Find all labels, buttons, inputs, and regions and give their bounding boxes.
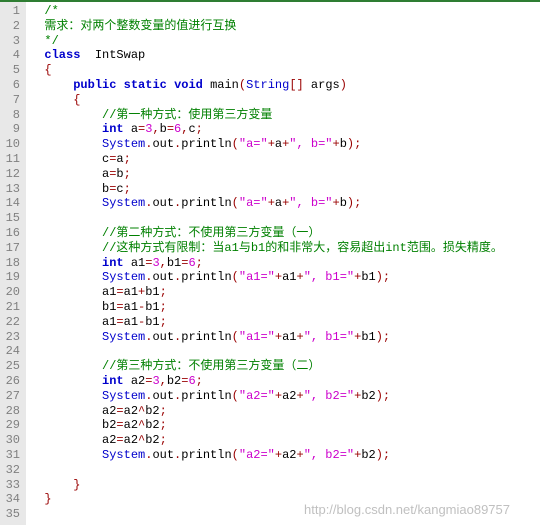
line-number: 32 xyxy=(4,463,20,478)
code-line xyxy=(26,211,540,226)
code-line: public static void main(String[] args) xyxy=(26,78,540,93)
line-number: 16 xyxy=(4,226,20,241)
code-line: a2=a2^b2; xyxy=(26,433,540,448)
line-number: 33 xyxy=(4,478,20,493)
code-line: int a1=3,b1=6; xyxy=(26,256,540,271)
code-line: int a2=3,b2=6; xyxy=(26,374,540,389)
code-line xyxy=(26,507,540,522)
line-number: 17 xyxy=(4,241,20,256)
code-line: 需求：对两个整数变量的值进行互换 xyxy=(26,19,540,34)
code-line: System.out.println("a1="+a1+", b1="+b1); xyxy=(26,270,540,285)
line-number: 13 xyxy=(4,182,20,197)
line-number: 1 xyxy=(4,4,20,19)
line-number: 2 xyxy=(4,19,20,34)
code-line: //这种方式有限制：当a1与b1的和非常大，容易超出int范围。损失精度。 xyxy=(26,241,540,256)
code-line: //第二种方式：不使用第三方变量（一） xyxy=(26,226,540,241)
code-line: c=a; xyxy=(26,152,540,167)
line-number: 8 xyxy=(4,108,20,123)
line-number: 3 xyxy=(4,34,20,49)
code-line: a1=a1-b1; xyxy=(26,315,540,330)
code-line: a1=a1+b1; xyxy=(26,285,540,300)
code-editor: 1234567891011121314151617181920212223242… xyxy=(0,0,540,525)
line-number: 10 xyxy=(4,137,20,152)
code-line xyxy=(26,344,540,359)
code-line: } xyxy=(26,478,540,493)
line-number: 25 xyxy=(4,359,20,374)
line-number: 24 xyxy=(4,344,20,359)
code-line: a2=a2^b2; xyxy=(26,404,540,419)
line-number-gutter: 1234567891011121314151617181920212223242… xyxy=(0,2,26,525)
code-line: /* xyxy=(26,4,540,19)
line-number: 9 xyxy=(4,122,20,137)
line-number: 21 xyxy=(4,300,20,315)
line-number: 23 xyxy=(4,330,20,345)
code-line: */ xyxy=(26,34,540,49)
line-number: 35 xyxy=(4,507,20,522)
line-number: 29 xyxy=(4,418,20,433)
code-line: System.out.println("a2="+a2+", b2="+b2); xyxy=(26,389,540,404)
line-number: 27 xyxy=(4,389,20,404)
line-number: 5 xyxy=(4,63,20,78)
code-line: } xyxy=(26,492,540,507)
line-number: 26 xyxy=(4,374,20,389)
line-number: 20 xyxy=(4,285,20,300)
line-number: 28 xyxy=(4,404,20,419)
line-number: 15 xyxy=(4,211,20,226)
code-line: b2=a2^b2; xyxy=(26,418,540,433)
line-number: 31 xyxy=(4,448,20,463)
code-line xyxy=(26,463,540,478)
line-number: 34 xyxy=(4,492,20,507)
code-line: { xyxy=(26,63,540,78)
code-line: int a=3,b=6,c; xyxy=(26,122,540,137)
code-line: System.out.println("a1="+a1+", b1="+b1); xyxy=(26,330,540,345)
line-number: 18 xyxy=(4,256,20,271)
code-line: b=c; xyxy=(26,182,540,197)
line-number: 14 xyxy=(4,196,20,211)
code-line: class IntSwap xyxy=(26,48,540,63)
line-number: 11 xyxy=(4,152,20,167)
line-number: 30 xyxy=(4,433,20,448)
code-line: //第一种方式：使用第三方变量 xyxy=(26,108,540,123)
line-number: 4 xyxy=(4,48,20,63)
line-number: 19 xyxy=(4,270,20,285)
line-number: 12 xyxy=(4,167,20,182)
line-number: 7 xyxy=(4,93,20,108)
code-line: a=b; xyxy=(26,167,540,182)
code-line: System.out.println("a="+a+", b="+b); xyxy=(26,137,540,152)
code-line: System.out.println("a="+a+", b="+b); xyxy=(26,196,540,211)
code-area[interactable]: /* 需求：对两个整数变量的值进行互换 */ class IntSwap { p… xyxy=(26,2,540,525)
code-line: b1=a1-b1; xyxy=(26,300,540,315)
line-number: 6 xyxy=(4,78,20,93)
code-line: { xyxy=(26,93,540,108)
code-line: //第三种方式：不使用第三方变量（二） xyxy=(26,359,540,374)
line-number: 22 xyxy=(4,315,20,330)
code-line: System.out.println("a2="+a2+", b2="+b2); xyxy=(26,448,540,463)
